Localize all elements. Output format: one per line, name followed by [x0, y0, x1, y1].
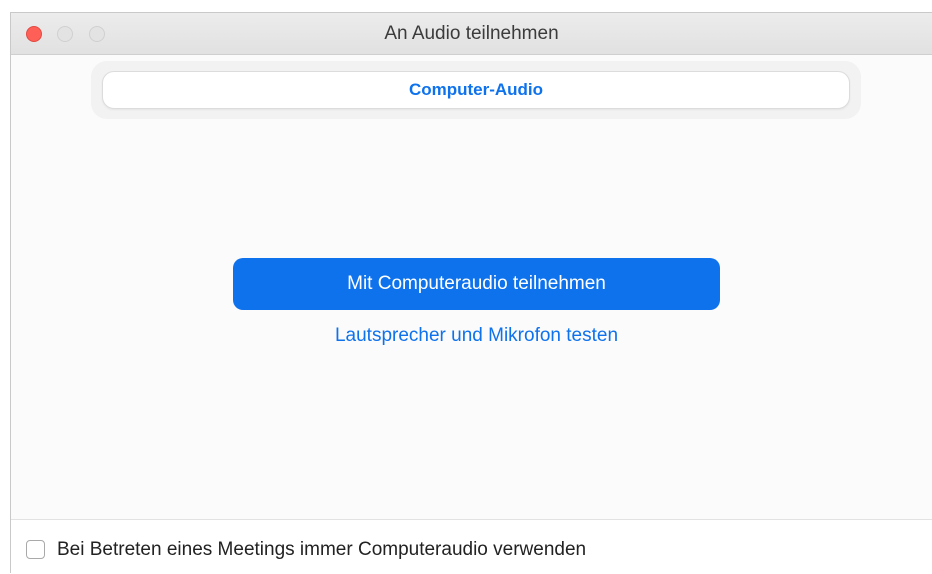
join-with-computer-audio-button[interactable]: Mit Computeraudio teilnehmen [233, 258, 720, 310]
audio-dialog-window: An Audio teilnehmen Computer-Audio Mit C… [10, 12, 932, 574]
tab-bar: Computer-Audio [91, 61, 861, 119]
footer: Bei Betreten eines Meetings immer Comput… [11, 520, 932, 574]
title-bar[interactable]: An Audio teilnehmen [11, 13, 932, 55]
always-use-computer-audio-label[interactable]: Bei Betreten eines Meetings immer Comput… [57, 539, 586, 561]
test-speaker-and-microphone-link[interactable]: Lautsprecher und Mikrofon testen [233, 325, 720, 347]
always-use-computer-audio-checkbox[interactable] [26, 540, 45, 559]
tab-computer-audio[interactable]: Computer-Audio [102, 71, 850, 109]
window-title: An Audio teilnehmen [384, 23, 559, 44]
